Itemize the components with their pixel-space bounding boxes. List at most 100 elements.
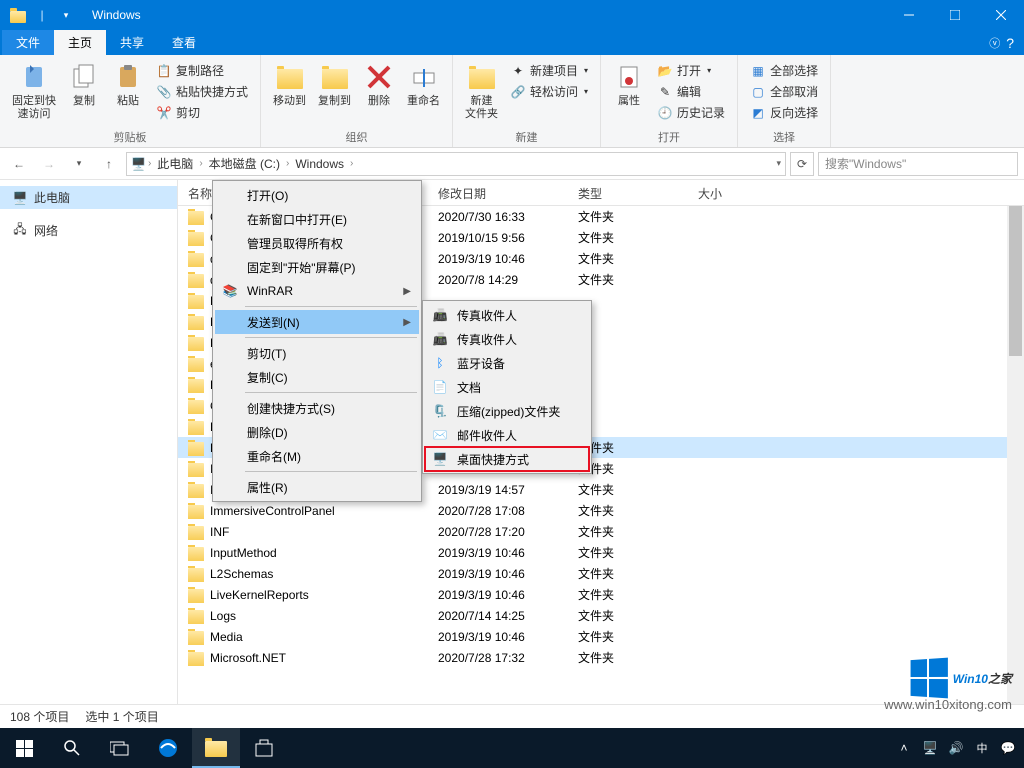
ctx-admin[interactable]: 管理员取得所有权: [215, 231, 419, 255]
rename-button[interactable]: 重命名: [401, 59, 446, 110]
explorer-button[interactable]: [192, 728, 240, 768]
start-button[interactable]: [0, 728, 48, 768]
refresh-button[interactable]: ⟳: [790, 152, 814, 176]
sendto-fax2[interactable]: 📠传真收件人: [425, 327, 589, 351]
search-button[interactable]: [48, 728, 96, 768]
copy-button[interactable]: 复制: [62, 59, 106, 110]
paste-button[interactable]: 粘贴: [106, 59, 150, 110]
ctx-delete[interactable]: 删除(D): [215, 420, 419, 444]
back-button[interactable]: ←: [6, 151, 32, 177]
folder-icon: [188, 358, 204, 372]
navitem-network[interactable]: 🖧网络: [0, 219, 177, 242]
newitem-button[interactable]: ✦新建项目▾: [508, 61, 590, 80]
table-row[interactable]: INF2020/7/28 17:20文件夹: [178, 521, 1024, 542]
tab-view[interactable]: 查看: [158, 30, 210, 55]
sendto-zip[interactable]: 🗜️压缩(zipped)文件夹: [425, 399, 589, 423]
navitem-thispc[interactable]: 🖥️此电脑: [0, 186, 177, 209]
moveto-button[interactable]: 移动到: [267, 59, 312, 110]
ctx-properties[interactable]: 属性(R): [215, 475, 419, 499]
up-button[interactable]: ↑: [96, 151, 122, 177]
crumb-thispc[interactable]: 此电脑: [153, 155, 197, 172]
table-row[interactable]: Media2019/3/19 10:46文件夹: [178, 626, 1024, 647]
store-button[interactable]: [240, 728, 288, 768]
ctx-copy[interactable]: 复制(C): [215, 365, 419, 389]
chevron-icon[interactable]: ›: [350, 158, 353, 169]
ctx-winrar[interactable]: 📚WinRAR▶: [215, 279, 419, 303]
tab-home[interactable]: 主页: [54, 30, 106, 55]
ctx-cut[interactable]: 剪切(T): [215, 341, 419, 365]
close-button[interactable]: [978, 0, 1024, 30]
taskbar: ˄ 🖥️ 🔊 中 💬: [0, 728, 1024, 768]
col-type[interactable]: 类型: [568, 180, 688, 205]
table-row[interactable]: Logs2020/7/14 14:25文件夹: [178, 605, 1024, 626]
pin-quickaccess-button[interactable]: 固定到快 速访问: [6, 59, 62, 123]
delete-button[interactable]: 删除: [357, 59, 401, 110]
ctx-newwindow[interactable]: 在新窗口中打开(E): [215, 207, 419, 231]
tray-ime-icon[interactable]: 中: [970, 728, 994, 768]
edit-button[interactable]: ✎编辑: [655, 82, 727, 101]
folder-icon: [188, 610, 204, 624]
col-date[interactable]: 修改日期: [428, 180, 568, 205]
chevron-icon[interactable]: ›: [199, 158, 202, 169]
folder-icon: [188, 253, 204, 267]
table-row[interactable]: InputMethod2019/3/19 10:46文件夹: [178, 542, 1024, 563]
open-button[interactable]: 📂打开▾: [655, 61, 727, 80]
newfolder-button[interactable]: 新建 文件夹: [459, 59, 504, 123]
selectall-button[interactable]: ▦全部选择: [748, 61, 820, 80]
recent-dropdown[interactable]: ▾: [66, 151, 92, 177]
tray-up-icon[interactable]: ˄: [892, 728, 916, 768]
folder-icon: [188, 442, 204, 456]
address-dropdown-icon[interactable]: ▾: [776, 158, 781, 169]
sendto-bluetooth[interactable]: ᛒ蓝牙设备: [425, 351, 589, 375]
tray-network-icon[interactable]: 🖥️: [918, 728, 942, 768]
ctx-rename[interactable]: 重命名(M): [215, 444, 419, 468]
copypath-button[interactable]: 📋复制路径: [154, 61, 250, 80]
table-row[interactable]: LiveKernelReports2019/3/19 10:46文件夹: [178, 584, 1024, 605]
fax-icon: 📠: [431, 306, 449, 324]
table-row[interactable]: ImmersiveControlPanel2020/7/28 17:08文件夹: [178, 500, 1024, 521]
help-icon[interactable]: ?: [1006, 35, 1014, 51]
ctx-shortcut[interactable]: 创建快捷方式(S): [215, 396, 419, 420]
tab-file[interactable]: 文件: [2, 30, 54, 55]
chevron-icon[interactable]: ›: [148, 158, 151, 169]
qat-dropdown-icon[interactable]: ▾: [56, 5, 76, 25]
ctx-sendto[interactable]: 发送到(N)▶: [215, 310, 419, 334]
address-bar[interactable]: 🖥️ › 此电脑 › 本地磁盘 (C:) › Windows › ▾: [126, 152, 786, 176]
edge-button[interactable]: [144, 728, 192, 768]
crumb-folder[interactable]: Windows: [291, 157, 348, 171]
table-row[interactable]: L2Schemas2019/3/19 10:46文件夹: [178, 563, 1024, 584]
group-open-label: 打开: [607, 128, 731, 145]
minimize-button[interactable]: [886, 0, 932, 30]
ribbon-tabs: 文件 主页 共享 查看 ⓥ ?: [0, 30, 1024, 55]
history-button[interactable]: 🕘历史记录: [655, 103, 727, 122]
search-input[interactable]: 搜索"Windows": [818, 152, 1018, 176]
scrollbar[interactable]: [1007, 206, 1024, 704]
sendto-fax1[interactable]: 📠传真收件人: [425, 303, 589, 327]
folder-icon: [188, 463, 204, 477]
qat-divider: |: [32, 5, 52, 25]
tab-share[interactable]: 共享: [106, 30, 158, 55]
taskview-button[interactable]: [96, 728, 144, 768]
crumb-drive[interactable]: 本地磁盘 (C:): [205, 155, 284, 172]
ctx-pinstart[interactable]: 固定到"开始"屏幕(P): [215, 255, 419, 279]
maximize-button[interactable]: [932, 0, 978, 30]
copyto-button[interactable]: 复制到: [312, 59, 357, 110]
sendto-documents[interactable]: 📄文档: [425, 375, 589, 399]
tray-volume-icon[interactable]: 🔊: [944, 728, 968, 768]
selectnone-button[interactable]: ▢全部取消: [748, 82, 820, 101]
col-size[interactable]: 大小: [688, 180, 768, 205]
tray-notifications-icon[interactable]: 💬: [996, 728, 1020, 768]
scroll-thumb[interactable]: [1009, 206, 1022, 356]
submenu-arrow-icon: ▶: [403, 286, 411, 297]
chevron-icon[interactable]: ›: [286, 158, 289, 169]
ribbon-collapse-icon[interactable]: ⓥ: [989, 35, 1000, 51]
properties-button[interactable]: 属性: [607, 59, 651, 110]
forward-button[interactable]: →: [36, 151, 62, 177]
pasteshortcut-button[interactable]: 📎粘贴快捷方式: [154, 82, 250, 101]
invertselect-button[interactable]: ◩反向选择: [748, 103, 820, 122]
sendto-desktop-shortcut[interactable]: 🖥️桌面快捷方式: [425, 447, 589, 471]
cut-button[interactable]: ✂️剪切: [154, 103, 250, 122]
sendto-mail[interactable]: ✉️邮件收件人: [425, 423, 589, 447]
ctx-open[interactable]: 打开(O): [215, 183, 419, 207]
easyaccess-button[interactable]: 🔗轻松访问▾: [508, 82, 590, 101]
